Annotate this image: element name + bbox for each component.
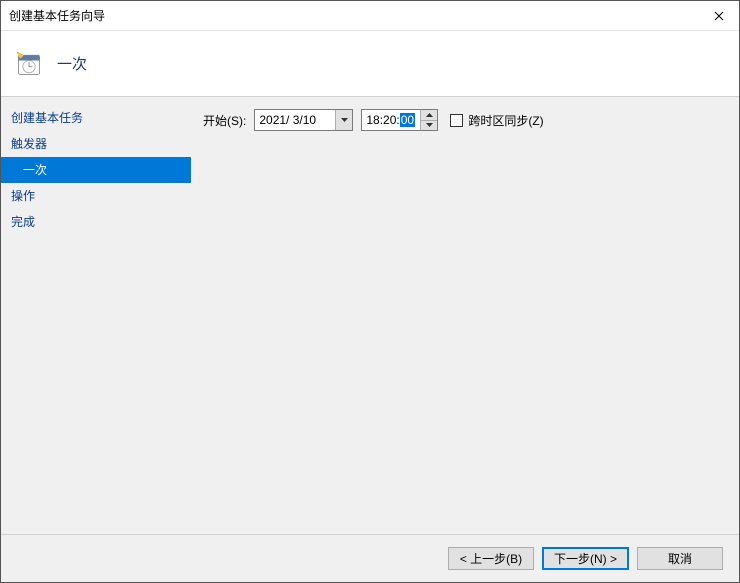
- close-icon: [714, 11, 724, 21]
- spinner-down-button[interactable]: [421, 120, 437, 131]
- chevron-down-icon: [426, 123, 433, 127]
- next-button[interactable]: 下一步(N) >: [542, 547, 629, 570]
- body: 创建基本任务 触发器 一次 操作 完成 开始(S): 2021/ 3/10 18…: [1, 96, 739, 534]
- back-button[interactable]: < 上一步(B): [448, 547, 534, 570]
- titlebar-title: 创建基本任务向导: [9, 7, 707, 24]
- spinner-up-button[interactable]: [421, 110, 437, 120]
- chevron-down-icon: [341, 118, 348, 122]
- sidebar-item-trigger[interactable]: 触发器: [1, 131, 191, 157]
- sidebar-item-create-task[interactable]: 创建基本任务: [1, 105, 191, 131]
- sidebar-item-once[interactable]: 一次: [1, 157, 191, 183]
- wizard-icon: [15, 50, 43, 78]
- time-field[interactable]: 18:20:00: [361, 109, 438, 131]
- sync-checkbox-wrap: 跨时区同步(Z): [450, 112, 543, 129]
- start-label: 开始(S):: [203, 112, 246, 129]
- time-value[interactable]: 18:20:00: [362, 110, 420, 130]
- sidebar: 创建基本任务 触发器 一次 操作 完成: [1, 97, 191, 534]
- footer: < 上一步(B) 下一步(N) > 取消: [1, 534, 739, 582]
- header: 一次: [1, 31, 739, 96]
- titlebar: 创建基本任务向导: [1, 1, 739, 31]
- time-prefix: 18:20:: [366, 113, 399, 127]
- sync-label[interactable]: 跨时区同步(Z): [468, 112, 543, 129]
- cancel-button[interactable]: 取消: [637, 547, 723, 570]
- time-spinner: [420, 110, 437, 130]
- wizard-window: 创建基本任务向导 一次 创建基本任务 触发器 一次 操作 完成: [0, 0, 740, 583]
- chevron-up-icon: [426, 113, 433, 117]
- date-dropdown-button[interactable]: [335, 110, 352, 130]
- close-button[interactable]: [707, 4, 731, 28]
- sidebar-item-action[interactable]: 操作: [1, 183, 191, 209]
- date-value[interactable]: 2021/ 3/10: [255, 110, 335, 130]
- header-title: 一次: [57, 53, 87, 74]
- sync-checkbox[interactable]: [450, 114, 463, 127]
- content: 开始(S): 2021/ 3/10 18:20:00: [191, 97, 739, 534]
- time-seconds-selected: 00: [400, 113, 415, 127]
- date-field[interactable]: 2021/ 3/10: [254, 109, 353, 131]
- sidebar-item-finish[interactable]: 完成: [1, 209, 191, 235]
- start-row: 开始(S): 2021/ 3/10 18:20:00: [203, 109, 727, 131]
